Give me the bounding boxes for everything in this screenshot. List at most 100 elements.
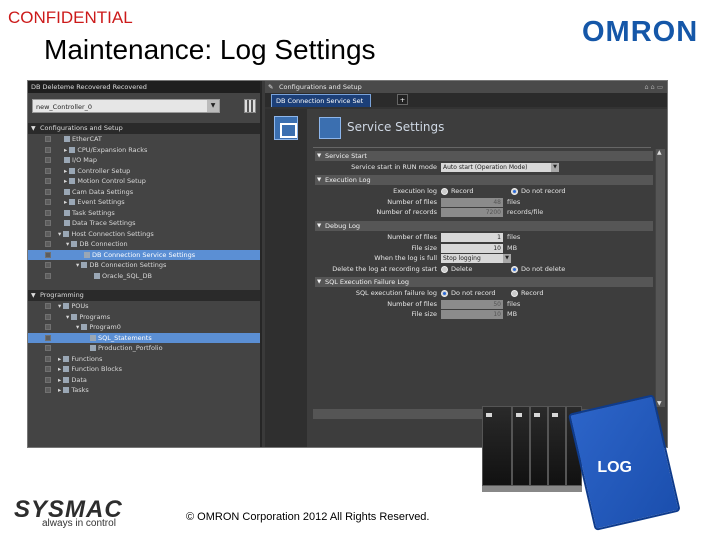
tree-item-ethercat[interactable]: EtherCAT <box>28 134 260 145</box>
tree-item-pous[interactable]: ▾ POUs <box>28 301 260 312</box>
group-sql-failure-log[interactable]: ▼ SQL Execution Failure Log <box>315 277 653 287</box>
group-execution-log[interactable]: ▼ Execution Log <box>315 175 653 185</box>
vertical-scrollbar[interactable] <box>655 149 665 407</box>
checkbox[interactable] <box>45 345 51 351</box>
sysmac-tagline: always in control <box>42 518 116 529</box>
checkbox[interactable] <box>45 136 51 142</box>
checkbox[interactable] <box>45 199 51 205</box>
tree-item-cam-data[interactable]: Cam Data Settings <box>28 187 260 198</box>
row-sql-size: File size 10 MB <box>315 309 653 320</box>
tree-label: CPU/Expansion Racks <box>77 145 148 154</box>
host-icon <box>63 230 70 237</box>
checkbox[interactable] <box>45 262 51 268</box>
radio-delete[interactable] <box>441 265 448 273</box>
tree-label: EtherCAT <box>72 135 102 143</box>
checkbox[interactable] <box>45 178 51 184</box>
tree-label: DB Connection Settings <box>89 261 167 269</box>
checkbox[interactable] <box>45 324 51 330</box>
log-full-select[interactable]: Stop logging ▼ <box>441 254 511 263</box>
chevron-down-icon[interactable]: ▼ <box>503 254 511 263</box>
tree-item-functions[interactable]: ▸ Functions <box>28 354 260 365</box>
checkbox[interactable] <box>45 167 51 174</box>
tree-item-task-settings[interactable]: Task Settings <box>28 208 260 219</box>
radio-sql-do-not-record[interactable] <box>441 290 448 297</box>
tree-item-db-connection-settings[interactable]: ▾ DB Connection Settings <box>28 260 260 271</box>
service-start-select[interactable]: Auto start (Operation Mode) ▼ <box>441 163 559 172</box>
tree-item-sql-statements[interactable]: SQL_Statements <box>28 332 260 343</box>
tree-item-production[interactable]: Production_Portfolio <box>28 343 260 354</box>
field-label: File size <box>411 310 437 318</box>
tree-item-function-blocks[interactable]: ▸ Function Blocks <box>28 364 260 375</box>
section-icon <box>90 334 96 341</box>
tree-item-programs[interactable]: ▾ Programs <box>28 312 260 323</box>
sql-files-input[interactable]: 50 <box>441 299 503 309</box>
radio-do-not-delete[interactable] <box>511 265 518 273</box>
checkbox[interactable] <box>45 241 51 247</box>
checkbox[interactable] <box>45 157 51 163</box>
exec-files-input[interactable]: 48 <box>441 197 503 207</box>
row-exec-records: Number of records 7200 records/file <box>315 207 653 218</box>
tree-item-io-map[interactable]: I/O Map <box>28 155 260 166</box>
tab-db-connection-service[interactable]: DB Connection Service Set <box>271 94 371 107</box>
collapse-icon[interactable]: ▼ <box>317 175 321 185</box>
checkbox[interactable] <box>45 209 51 216</box>
radio-sql-record[interactable] <box>511 290 518 297</box>
checkbox[interactable] <box>45 303 51 309</box>
checkbox[interactable] <box>45 230 51 237</box>
chevron-down-icon[interactable]: ▼ <box>207 100 219 112</box>
section-programming[interactable]: ▼ Programming <box>28 290 260 301</box>
tree-label: DB Connection Service Settings <box>92 250 196 259</box>
tree-item-oracle-db[interactable]: Oracle_SQL_DB <box>28 271 260 282</box>
radio-do-not-record[interactable] <box>511 188 518 195</box>
sql-size-input[interactable]: 10 <box>441 310 503 319</box>
collapse-icon[interactable]: ▼ <box>31 290 36 301</box>
group-service-start[interactable]: ▼ Service Start <box>315 151 653 161</box>
tree-label: SQL_Statements <box>98 333 152 342</box>
radio-record[interactable] <box>441 188 448 195</box>
chevron-down-icon[interactable]: ▼ <box>551 163 559 172</box>
tree-item-data[interactable]: ▸ Data <box>28 375 260 386</box>
checkbox[interactable] <box>45 355 51 362</box>
service-settings-nav-icon[interactable] <box>274 116 298 140</box>
checkbox[interactable] <box>45 366 51 372</box>
tree-item-db-connection[interactable]: ▾ DB Connection <box>28 239 260 250</box>
editor-title: Configurations and Setup <box>279 83 362 91</box>
collapse-icon[interactable]: ▼ <box>317 151 321 161</box>
tree-item-program0[interactable]: ▾ Program0 <box>28 322 260 333</box>
checkbox[interactable] <box>45 146 51 153</box>
collapse-icon[interactable]: ▼ <box>317 221 321 231</box>
exec-records-input[interactable]: 7200 <box>441 208 503 217</box>
cam-icon <box>64 188 70 195</box>
window-controls-icon[interactable]: ⌂ ⌂ ▭ <box>644 81 663 93</box>
row-sql-files: Number of files 50 files <box>315 299 653 310</box>
tree-item-motion-setup[interactable]: ▸ Motion Control Setup <box>28 176 260 187</box>
group-debug-log[interactable]: ▼ Debug Log <box>315 221 653 231</box>
checkbox[interactable] <box>45 220 51 226</box>
section-configurations[interactable]: ▼ Configurations and Setup <box>28 123 260 134</box>
controller-select[interactable]: new_Controller_0 ▼ <box>32 99 220 113</box>
controller-status-icon[interactable] <box>244 99 256 113</box>
collapse-icon[interactable]: ▼ <box>31 123 36 134</box>
debug-files-input[interactable]: 1 <box>441 233 503 242</box>
folder-icon <box>71 313 78 320</box>
debug-size-input[interactable]: 10 <box>441 243 503 253</box>
tree-item-data-trace[interactable]: Data Trace Settings <box>28 218 260 229</box>
field-label: Number of files <box>387 197 437 206</box>
tree-item-tasks[interactable]: ▸ Tasks <box>28 385 260 396</box>
add-tab-button[interactable]: + <box>397 94 408 105</box>
checkbox[interactable] <box>45 313 51 320</box>
collapse-icon[interactable]: ▼ <box>317 277 321 287</box>
tree-item-event-settings[interactable]: ▸ Event Settings <box>28 197 260 208</box>
checkbox[interactable] <box>45 188 51 195</box>
checkbox[interactable] <box>45 251 51 258</box>
software-screenshot: DB Deleteme Recovered Recovered new_Cont… <box>27 80 668 448</box>
tree-item-db-service-settings[interactable]: DB Connection Service Settings <box>28 249 260 260</box>
checkbox[interactable] <box>45 272 51 279</box>
field-label: Number of files <box>387 233 437 241</box>
tree-item-cpu-racks[interactable]: ▸ CPU/Expansion Racks <box>28 145 260 156</box>
checkbox[interactable] <box>45 387 51 393</box>
tree-item-controller-setup[interactable]: ▸ Controller Setup <box>28 166 260 177</box>
checkbox[interactable] <box>45 334 51 341</box>
tree-item-host-connection[interactable]: ▾ Host Connection Settings <box>28 229 260 240</box>
checkbox[interactable] <box>45 376 51 383</box>
